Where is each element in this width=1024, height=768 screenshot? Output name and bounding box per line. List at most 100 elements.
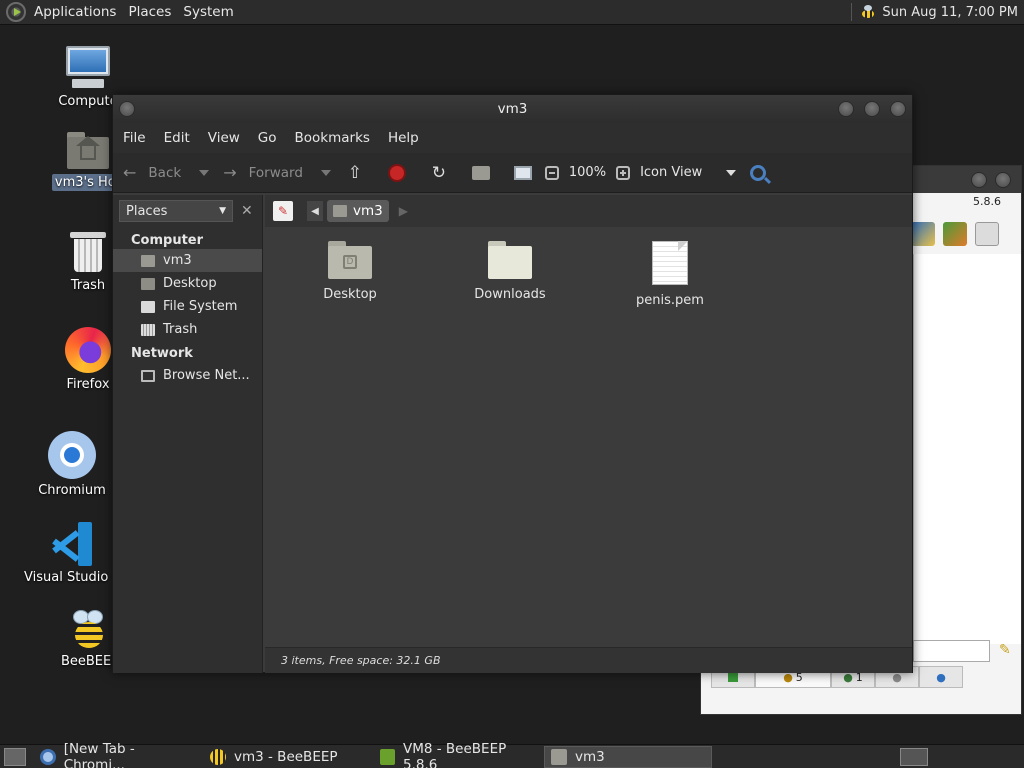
sidebar: Places ▼ ✕ Computer vm3 Desktop File Sys… <box>113 195 263 673</box>
beebeep-content <box>913 254 1021 644</box>
file-item-desktop[interactable]: D Desktop <box>295 241 405 302</box>
menu-edit[interactable]: Edit <box>158 130 196 146</box>
minimize-button[interactable] <box>971 172 987 188</box>
vscode-icon <box>52 522 96 566</box>
menu-go[interactable]: Go <box>252 130 283 146</box>
drive-icon <box>141 300 155 313</box>
places-menu[interactable]: Places <box>122 4 177 20</box>
home-icon[interactable] <box>471 163 491 183</box>
share-icon[interactable] <box>943 222 967 246</box>
computer-icon <box>64 46 112 90</box>
trash-icon <box>70 230 106 274</box>
file-item-pem[interactable]: penis.pem <box>615 241 725 308</box>
zoom-level: 100% <box>568 165 607 180</box>
sidebar-item-vm3[interactable]: vm3 <box>113 249 262 272</box>
reload-icon[interactable]: ↻ <box>429 163 449 183</box>
tab-extra[interactable]: ● <box>919 666 963 688</box>
forward-button[interactable]: → Forward <box>223 163 331 182</box>
zoom-in-icon[interactable] <box>616 165 631 180</box>
taskbar: [New Tab - Chromi... vm3 - BeeBEEP VM8 -… <box>0 741 1024 768</box>
sidebar-item-filesystem[interactable]: File System <box>113 295 262 318</box>
document-icon <box>652 241 688 285</box>
forward-label: Forward <box>248 164 303 181</box>
task-beebeep-vm3[interactable]: vm3 - BeeBEEP <box>204 746 372 768</box>
beebeep-icon <box>210 748 226 765</box>
edit-location-icon[interactable]: ✎ <box>273 201 293 221</box>
menu-view[interactable]: View <box>202 130 246 146</box>
chromium-icon <box>48 431 96 479</box>
trash-icon <box>141 323 155 336</box>
sidebar-heading-computer: Computer <box>131 233 204 248</box>
folder-icon: D <box>328 241 372 279</box>
menu-file[interactable]: File <box>117 130 152 146</box>
maximize-button[interactable] <box>864 101 880 117</box>
beebeep-toolbar <box>911 222 999 246</box>
home-folder-icon <box>65 130 111 170</box>
task-beebeep-vm8[interactable]: VM8 - BeeBEEP 5.8.6 <box>374 741 542 768</box>
window-title: vm3 <box>497 101 528 117</box>
sidebar-item-label: Trash <box>163 322 198 337</box>
up-icon[interactable]: ⇧ <box>345 163 365 183</box>
back-button[interactable]: ← Back <box>123 163 210 182</box>
forward-history-dropdown[interactable] <box>320 169 331 176</box>
chromium-icon <box>40 748 56 765</box>
tools-icon[interactable] <box>911 222 935 246</box>
file-label: penis.pem <box>636 293 704 308</box>
message-input[interactable] <box>913 640 990 662</box>
breadcrumb-label: vm3 <box>353 203 383 219</box>
path-back-arrow-icon[interactable]: ◀ <box>307 201 323 221</box>
task-file-manager[interactable]: vm3 <box>544 745 712 768</box>
vm-icon <box>380 748 395 765</box>
close-sidebar-icon[interactable]: ✕ <box>241 203 253 219</box>
sidebar-item-browse-network[interactable]: Browse Net... <box>113 364 262 387</box>
back-history-dropdown[interactable] <box>199 169 210 176</box>
menu-help[interactable]: Help <box>382 130 425 146</box>
zoom-out-icon[interactable] <box>544 165 559 180</box>
task-label: vm3 <box>575 748 605 765</box>
view-mode-select[interactable]: Icon View <box>640 165 737 180</box>
desktop-icon-vscode[interactable]: Visual Studio Co <box>24 522 130 585</box>
sidebar-mode-select[interactable]: Places ▼ <box>119 200 233 222</box>
top-panel-tray: Sun Aug 11, 7:00 PM <box>851 0 1024 24</box>
search-icon[interactable] <box>750 164 767 181</box>
desktop-icon-label: Compute <box>58 94 118 109</box>
desktop-icon-label: BeeBEEI <box>60 654 116 669</box>
clear-icon[interactable]: ✎ <box>999 642 1011 658</box>
computer-icon[interactable] <box>513 163 533 183</box>
path-forward-arrow-icon[interactable]: ▶ <box>399 204 408 218</box>
top-panel: Applications Places System Sun Aug 11, 7… <box>0 0 1024 25</box>
toolbar: ← Back → Forward ⇧ ↻ 100% Icon View <box>113 153 912 193</box>
clock[interactable]: Sun Aug 11, 7:00 PM <box>882 5 1018 20</box>
maximize-button[interactable] <box>995 172 1011 188</box>
close-button[interactable] <box>890 101 906 117</box>
window-menu-button[interactable] <box>119 101 135 117</box>
sidebar-item-trash[interactable]: Trash <box>113 318 262 341</box>
show-desktop-icon[interactable] <box>4 747 26 766</box>
file-manager-window[interactable]: vm3 File Edit View Go Bookmarks Help ← B… <box>112 94 913 673</box>
minimize-button[interactable] <box>838 101 854 117</box>
applications-menu[interactable]: Applications <box>28 4 122 20</box>
distro-logo-icon[interactable] <box>6 2 26 22</box>
window-titlebar[interactable]: vm3 <box>113 95 912 123</box>
beebeep-icon <box>67 610 109 650</box>
beebeep-tray-icon[interactable] <box>860 5 876 19</box>
file-item-downloads[interactable]: Downloads <box>455 241 565 302</box>
trash-bin-icon[interactable] <box>975 222 999 246</box>
sidebar-mode-label: Places <box>126 203 168 219</box>
file-view[interactable]: D Desktop Downloads penis.pem <box>265 227 912 647</box>
home-folder-icon <box>551 748 567 765</box>
desktop-icon-chromium[interactable]: Chromium <box>22 431 122 498</box>
stop-icon <box>387 163 406 182</box>
breadcrumb-vm3[interactable]: vm3 <box>327 200 389 222</box>
system-menu[interactable]: System <box>177 4 239 20</box>
desktop-icon-label: Trash <box>70 278 106 293</box>
task-chromium[interactable]: [New Tab - Chromi... <box>34 741 202 768</box>
desktop-folder-icon <box>141 277 155 290</box>
stop-button[interactable] <box>387 163 407 183</box>
sidebar-heading-network: Network <box>131 346 193 361</box>
workspace-switcher[interactable] <box>900 747 928 766</box>
menu-bookmarks[interactable]: Bookmarks <box>289 130 376 146</box>
path-bar: ✎ ◀ vm3 ▶ <box>265 195 912 227</box>
chevron-down-icon <box>726 169 737 176</box>
sidebar-item-desktop[interactable]: Desktop <box>113 272 262 295</box>
